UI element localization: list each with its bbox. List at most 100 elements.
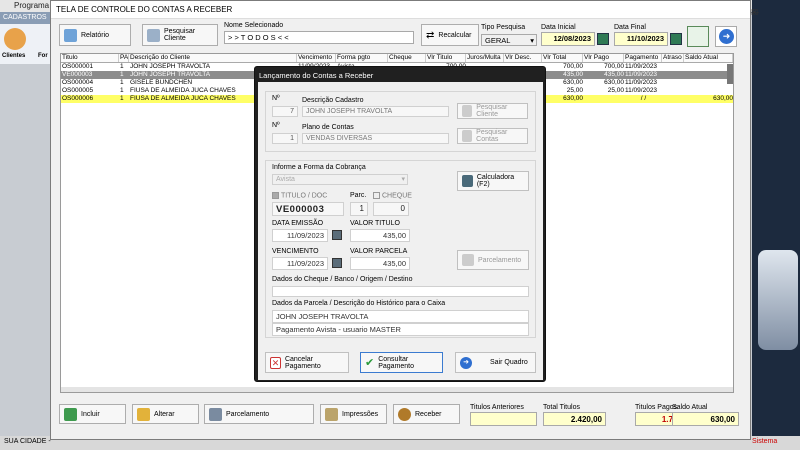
calculator-icon <box>462 175 473 187</box>
valor-parcela-label: VALOR PARCELA <box>350 248 408 255</box>
cadastro-name[interactable]: JOHN JOSEPH TRAVOLTA <box>302 106 449 117</box>
exit-icon: ➜ <box>460 356 472 369</box>
saldo-atual-label: Saldo Atual <box>672 404 708 411</box>
cancelar-pagamento-button[interactable]: ✕ Cancelar Pagamento <box>265 352 349 373</box>
pesquisar-cliente-dialog-button[interactable]: Pesquisar Cliente <box>457 103 528 119</box>
dialog-body: Nº Descrição Cadastro 7 JOHN JOSEPH TRAV… <box>258 82 543 380</box>
consultar-pagamento-button[interactable]: ✔ Consultar Pagamento <box>360 352 443 373</box>
chevron-down-icon: ▾ <box>530 36 534 45</box>
checkbox-icon <box>272 192 279 199</box>
forma-cobranca-label: Informe a Forma da Cobrança <box>272 164 366 171</box>
titulos-pagos-label: Titulos Pagos <box>635 404 678 411</box>
titulo-doc-checkbox[interactable]: TITULO / DOC <box>272 192 327 199</box>
data-inicial-label: Data Inicial <box>541 24 576 31</box>
checkmark-icon: ✔ <box>365 357 375 369</box>
tipo-pesquisa-label: Tipo Pesquisa <box>481 24 526 31</box>
tipo-pesquisa-select[interactable]: GERAL ▾ <box>481 34 537 46</box>
data-emissao-field[interactable]: 11/09/2023 <box>272 229 328 242</box>
sair-quadro-button[interactable]: ➜ Sair Quadro <box>455 352 536 373</box>
historico-line-2[interactable]: Pagamento Avista - usuario MASTER <box>272 323 529 336</box>
search-icon <box>462 105 473 117</box>
calculadora-button[interactable]: Calculadora (F2) <box>457 171 529 191</box>
horizontal-scrollbar[interactable] <box>61 387 733 392</box>
calendar-icon[interactable] <box>332 258 342 268</box>
vencimento-field[interactable]: 11/09/2023 <box>272 257 328 270</box>
valor-parcela-field[interactable]: 435,00 <box>350 257 410 270</box>
search-icon <box>147 28 160 42</box>
dialog-title: Lançamento do Contas a Receber <box>259 71 374 80</box>
saldo-atual-value: 630,00 <box>672 412 739 426</box>
app-toolbar: Clientes For <box>0 24 50 64</box>
data-final-label: Data Final <box>614 24 646 31</box>
search-icon <box>462 130 473 142</box>
data-final-field[interactable]: 11/10/2023 <box>614 32 668 46</box>
incluir-button[interactable]: Incluir <box>59 404 126 424</box>
printer-icon <box>325 407 338 421</box>
forma-cobranca-select[interactable]: Avista ▾ <box>272 174 408 185</box>
desktop-background <box>752 0 800 436</box>
refresh-icon[interactable] <box>687 26 709 47</box>
data-inicial-field[interactable]: 12/08/2023 <box>541 32 595 46</box>
printer-icon <box>64 28 77 42</box>
toolbar-for[interactable]: For <box>38 53 48 59</box>
dados-parcela-label: Dados da Parcela / Descrição do Históric… <box>272 300 446 307</box>
forward-button[interactable]: ➜ <box>715 26 737 47</box>
installments-icon <box>462 254 474 266</box>
close-icon[interactable]: ✕ <box>751 8 758 17</box>
parc-field[interactable]: 1 <box>350 202 368 216</box>
window-titlebar: TELA DE CONTROLE DO CONTAS A RECEBER — ☐… <box>51 1 759 19</box>
valor-titulo-label: VALOR TITULO <box>350 220 400 227</box>
dados-cheque-label: Dados do Cheque / Banco / Origem / Desti… <box>272 276 413 283</box>
clientes-icon[interactable] <box>4 28 26 50</box>
swap-arrows-icon: ⇄ <box>426 29 435 41</box>
total-titulos-label: Total Titulos <box>543 404 580 411</box>
add-icon <box>64 407 77 421</box>
relatorio-button[interactable]: Relatório <box>59 24 131 46</box>
plano-number[interactable]: 1 <box>272 133 298 144</box>
money-icon <box>398 407 411 421</box>
recalcular-button[interactable]: ⇄ Recalcular <box>421 24 479 46</box>
cheque-field[interactable]: 0 <box>373 202 409 216</box>
plano-name[interactable]: VENDAS DIVERSAS <box>302 133 449 144</box>
dados-cheque-field[interactable] <box>272 286 529 297</box>
historico-line-1[interactable]: JOHN JOSEPH TRAVOLTA <box>272 310 529 323</box>
pesquisar-contas-button[interactable]: Pesquisar Contas <box>457 128 528 144</box>
alterar-button[interactable]: Alterar <box>132 404 199 424</box>
chevron-down-icon: ▾ <box>401 176 405 183</box>
vencimento-label: VENCIMENTO <box>272 248 319 255</box>
pesquisar-cliente-button[interactable]: Pesquisar Cliente <box>142 24 218 46</box>
vertical-scrollbar[interactable] <box>727 64 733 84</box>
toolbar-clientes[interactable]: Clientes <box>2 53 25 59</box>
window-title: TELA DE CONTROLE DO CONTAS A RECEBER <box>56 5 233 14</box>
parcelamento-dialog-button[interactable]: Parcelamento <box>457 250 529 270</box>
impressoes-button[interactable]: Impressões <box>320 404 387 424</box>
descricao-cadastro-label: Descrição Cadastro <box>302 97 364 104</box>
status-sistema: Sistema <box>752 438 778 445</box>
edit-icon <box>137 407 150 421</box>
status-city: SUA CIDADE - <box>4 438 51 445</box>
plano-contas-label: Plano de Contas <box>302 124 354 131</box>
valor-titulo-field[interactable]: 435,00 <box>350 229 410 242</box>
cadastro-number[interactable]: 7 <box>272 106 298 117</box>
calendar-icon[interactable] <box>332 230 342 240</box>
checkbox-icon <box>373 192 380 199</box>
titulos-anteriores-value <box>470 412 537 426</box>
parc-label: Parc. <box>350 192 367 199</box>
calendar-icon[interactable] <box>670 33 682 45</box>
titulo-doc-field[interactable]: VE000003 <box>272 202 344 216</box>
table-header: Titulo PA Descrição do Cliente Venciment… <box>61 54 733 63</box>
receber-button[interactable]: Receber <box>393 404 460 424</box>
data-emissao-label: DATA EMISSÃO <box>272 220 324 227</box>
cancel-icon: ✕ <box>270 356 281 369</box>
arrow-right-icon: ➜ <box>719 29 734 44</box>
calendar-icon[interactable] <box>597 33 609 45</box>
total-titulos-value: 2.420,00 <box>543 412 606 426</box>
lancamento-dialog: Lançamento do Contas a Receber Nº Descri… <box>254 66 546 382</box>
titulos-anteriores-label: Titulos Anteriores <box>470 404 524 411</box>
nome-selecionado-label: Nome Selecionado <box>224 22 284 29</box>
nome-selecionado-field[interactable]: > > T O D O S < < <box>224 31 414 44</box>
menu-cadastros[interactable]: CADASTROS <box>0 12 50 24</box>
installments-icon <box>209 407 222 421</box>
cheque-checkbox[interactable]: CHEQUE <box>373 192 412 199</box>
parcelamento-button[interactable]: Parcelamento <box>204 404 314 424</box>
